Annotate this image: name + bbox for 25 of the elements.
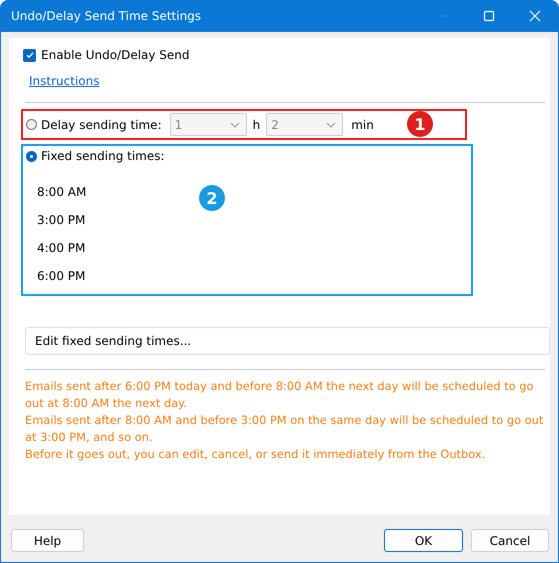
checkbox[interactable]	[23, 48, 36, 62]
time-item: 3:00 PM	[37, 213, 86, 227]
instructions-link[interactable]: Instructions	[29, 74, 100, 88]
chevron-down-icon	[230, 122, 240, 128]
chevron-down-icon	[326, 122, 336, 128]
unit-label: min	[351, 118, 374, 132]
time-item: 4:00 PM	[37, 241, 86, 255]
radio-label: Fixed sending times:	[41, 149, 165, 163]
callout-number: 2	[199, 185, 225, 211]
time-item: 8:00 AM	[37, 185, 86, 199]
time-item: 6:00 PM	[37, 269, 86, 283]
checkbox-label: Enable Undo/Delay Send	[41, 48, 190, 62]
radio-button[interactable]	[26, 150, 37, 162]
unit-label: h	[252, 118, 260, 132]
ok-button[interactable]: OK	[384, 529, 463, 552]
help-button[interactable]: Help	[11, 529, 84, 552]
cancel-button[interactable]: Cancel	[471, 529, 549, 552]
callout-number: 1	[407, 111, 433, 137]
note-text: Emails sent after 6:00 PM today and before 8:00 AM the next day will be scheduled to go out at 8:00 AM the next day.	[25, 378, 534, 412]
note-text: Before it goes out, you can edit, cancel, or send it immediately from the Outbox.	[25, 446, 486, 463]
note-text: Emails sent after 8:00 AM and before 3:00 PM on the same day will be scheduled to go out at 3:00 PM, and so on.	[25, 412, 544, 446]
radio-label: Delay sending time:	[41, 118, 162, 132]
edit-times-button[interactable]: Edit fixed sending times...	[25, 327, 550, 355]
window-title: Undo/Delay Send Time Settings	[10, 9, 202, 23]
check-icon	[24, 50, 34, 60]
